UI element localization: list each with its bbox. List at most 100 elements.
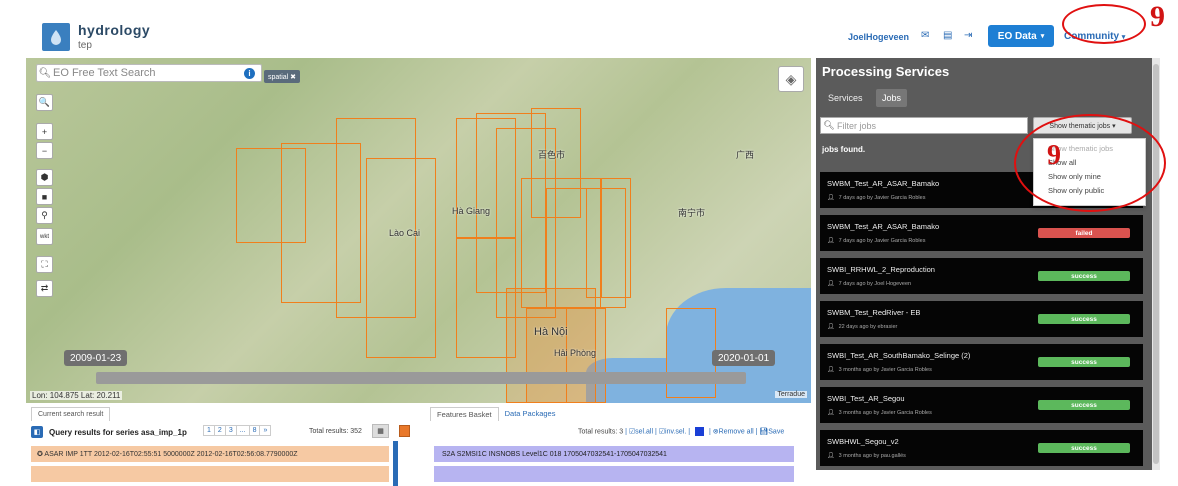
panel-title: Processing Services <box>822 64 950 79</box>
layers-icon[interactable]: ◈ <box>778 66 804 92</box>
job-name[interactable]: SWBM_Test_AR_ASAR_Bamako <box>827 179 939 188</box>
wkt-button[interactable]: wkt <box>36 228 53 245</box>
tab-features-basket[interactable]: Features Basket <box>430 407 499 421</box>
job-name[interactable]: SWBM_Test_AR_ASAR_Bamako <box>827 222 939 231</box>
map-viewer[interactable]: Hà Giang Lào Cai Hà Nội Hải Phòng 南宁市 百色… <box>26 58 811 403</box>
swap-icon[interactable]: ⇄ <box>36 280 53 297</box>
footprint[interactable] <box>601 178 631 298</box>
filter-placeholder: Filter jobs <box>837 120 877 131</box>
draw-polygon-icon[interactable]: ⬢ <box>36 169 53 186</box>
tab-jobs[interactable]: Jobs <box>876 89 908 107</box>
user-profile-link[interactable]: JoelHogeveen <box>848 32 909 42</box>
tab-current-search-result[interactable]: Current search result <box>31 407 111 421</box>
book-icon[interactable]: ▤ <box>943 30 952 41</box>
basket-tabs: Features Basket Data Packages <box>430 407 561 421</box>
job-status-badge: success <box>1038 400 1130 410</box>
results-scrollbar[interactable] <box>393 441 398 486</box>
job-card[interactable]: SWBI_RRHWL_2_Reproduction 👤︎ 7 days ago by… <box>820 258 1143 294</box>
brand-logo-icon[interactable] <box>42 23 70 51</box>
job-name[interactable]: SWBI_Test_AR_SouthBamako_Selinge (2) <box>827 351 970 360</box>
map-label: Hải Phòng <box>554 348 597 358</box>
color-toggle-button[interactable] <box>399 425 410 437</box>
timeline-slider[interactable] <box>96 372 746 384</box>
result-row[interactable]: ✪ ASAR IMP 1TT 2012-02-16T02:55:51 50000… <box>31 446 389 462</box>
job-meta: 👤︎ 3 months ago by Javier Garcia Robles <box>827 366 932 374</box>
job-card[interactable]: SWBI_Test_AR_SouthBamako_Selinge (2) 👤︎ 3 … <box>820 344 1143 380</box>
result-row[interactable] <box>31 466 389 482</box>
job-meta: 👤︎ 3 months ago by pau.gallés <box>827 452 906 460</box>
query-title: Query results for series asa_imp_1p <box>49 427 187 437</box>
basket-toolbar: Total results: 3 | ☑sel.all | ☑inv.sel. … <box>578 427 785 436</box>
basket-total: Total results: 3 <box>578 428 624 436</box>
footprint[interactable] <box>666 308 716 398</box>
annotation-circle-header <box>1062 4 1146 44</box>
job-card[interactable]: SWBM_Test_RedRiver - EB 👤︎ 22 days ago by … <box>820 301 1143 337</box>
footprint[interactable] <box>456 238 516 358</box>
remove-all-label: Remove all <box>718 428 754 436</box>
fullscreen-icon[interactable]: ⛶ <box>36 256 53 273</box>
timeline-start-label: 2009-01-23 <box>64 350 128 366</box>
zoom-out-button[interactable]: − <box>36 142 53 159</box>
eo-data-dropdown-button[interactable]: EO Data ▾ <box>988 25 1054 47</box>
job-status-badge: success <box>1038 314 1130 324</box>
map-attribution[interactable]: Terradue <box>775 391 807 398</box>
job-meta: 👤︎ 3 months ago by Javier Garcia Robles <box>827 409 932 417</box>
user-icon: 👤︎ <box>827 453 835 459</box>
zoom-search-icon[interactable]: 🔍 <box>36 94 53 111</box>
user-icon: 👤︎ <box>827 410 835 416</box>
job-meta-text: 7 days ago by Javier Garcia Robles <box>838 237 926 244</box>
job-meta: 👤︎ 7 days ago by Joel Hogeveen <box>827 280 912 288</box>
envelope-icon[interactable]: ✉ <box>921 30 929 41</box>
tab-services[interactable]: Services <box>822 89 869 107</box>
next-page-button[interactable]: » <box>259 425 272 436</box>
map-label: 百色市 <box>538 150 566 160</box>
cursor-coordinates: Lon: 104.875 Lat: 20.211 <box>30 391 123 400</box>
eo-free-text-search-input[interactable]: 🔍︎ EO Free Text Search <box>36 64 262 82</box>
job-meta: 👤︎ 7 days ago by Javier Garcia Robles <box>827 237 926 245</box>
invert-selection-label: inv.sel. <box>665 428 687 436</box>
invert-selection-button[interactable]: ☑inv.sel. <box>659 428 687 435</box>
total-results: Total results: 352 <box>309 428 362 435</box>
info-icon[interactable]: i <box>244 68 255 79</box>
job-meta-text: 22 days ago by ebrasier <box>838 323 898 330</box>
series-icon: ◧ <box>31 426 43 438</box>
user-icon: 👤︎ <box>827 238 835 244</box>
pagination: 1 2 3 ... 8 » <box>203 425 272 436</box>
filter-jobs-input[interactable]: 🔍︎ Filter jobs <box>820 117 1028 134</box>
job-meta-text: 3 months ago by pau.gallés <box>838 452 906 459</box>
spatial-filter-tag[interactable]: spatial ✖ <box>264 70 301 83</box>
basket-row[interactable] <box>434 466 794 482</box>
job-name[interactable]: SWBI_Test_AR_Segou <box>827 394 905 403</box>
remove-all-button[interactable]: ⊗Remove all <box>713 428 754 435</box>
job-name[interactable]: SWBHWL_Segou_v2 <box>827 437 899 446</box>
user-icon: 👤︎ <box>827 324 835 330</box>
brand-title[interactable]: hydrology <box>78 22 150 38</box>
annotation-number-header: 9 <box>1150 0 1165 33</box>
job-card[interactable]: SWBM_Test_AR_ASAR_Bamako 👤︎ 7 days ago by … <box>820 215 1143 251</box>
basket-row[interactable]: S2A S2MSI1C INSNOBS Level1C 018 17050470… <box>434 446 794 462</box>
job-card[interactable]: SWBHWL_Segou_v2 👤︎ 3 months ago by pau.gal… <box>820 430 1143 466</box>
job-meta-text: 7 days ago by Joel Hogeveen <box>838 280 912 287</box>
job-card[interactable]: SWBI_Test_AR_Segou 👤︎ 3 months ago by Javi… <box>820 387 1143 423</box>
map-label: Hà Giang <box>452 206 491 216</box>
zoom-in-button[interactable]: + <box>36 123 53 140</box>
job-name[interactable]: SWBM_Test_RedRiver - EB <box>827 308 920 317</box>
save-button[interactable]: 💾︎Save <box>759 428 784 435</box>
grid-view-icon[interactable]: ▦ <box>372 424 389 438</box>
sign-out-icon[interactable]: ⇥ <box>964 30 972 41</box>
user-icon: 👤︎ <box>827 195 835 201</box>
map-label: Lào Cai <box>389 228 421 238</box>
draw-point-icon[interactable]: ⚲ <box>36 207 53 224</box>
caret-down-icon: ▾ <box>1040 33 1045 40</box>
panel-scrollbar[interactable] <box>1152 58 1160 470</box>
timeline-end-label: 2020-01-01 <box>712 350 776 366</box>
save-label: Save <box>768 428 785 436</box>
page-ellipsis: ... <box>235 425 250 436</box>
panel-scrollbar-thumb[interactable] <box>1153 64 1159 464</box>
tab-data-packages[interactable]: Data Packages <box>499 407 562 421</box>
select-all-button[interactable]: ☑sel.all <box>629 428 653 435</box>
job-name[interactable]: SWBI_RRHWL_2_Reproduction <box>827 265 935 274</box>
draw-box-icon[interactable]: ■ <box>36 188 53 205</box>
footprint[interactable] <box>366 158 436 358</box>
color-square[interactable] <box>695 427 705 436</box>
